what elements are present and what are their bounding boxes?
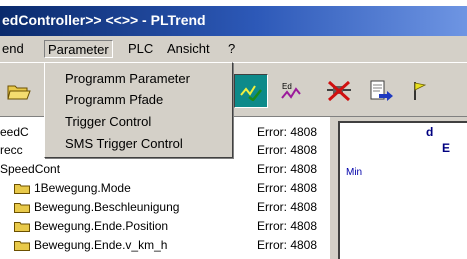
- export-arrow-icon: [370, 80, 393, 101]
- menu-item-programm-parameter[interactable]: Programm Parameter: [65, 69, 190, 89]
- export-button[interactable]: [364, 74, 398, 108]
- tree-row[interactable]: Bewegung.Beschleunigung Error: 4808: [0, 198, 330, 217]
- parameter-dropdown-menu: Programm Parameter Programm Pfade Trigge…: [44, 62, 233, 158]
- tree-item-value: Error: 4808: [257, 125, 318, 139]
- tree-item-value: Error: 4808: [257, 219, 318, 233]
- tree-item-name: SpeedCont: [0, 162, 61, 176]
- tree-item-name: Bewegung.Ende.Position: [34, 219, 169, 233]
- folder-icon: [14, 184, 30, 194]
- svg-text:Ed: Ed: [282, 82, 292, 91]
- tree-item-value: Error: 4808: [257, 238, 318, 252]
- title-bar[interactable]: edController>> <<>> - PLTrend: [0, 6, 467, 36]
- tree-row[interactable]: 1Bewegung.Mode Error: 4808: [0, 179, 330, 198]
- window-title: edController>> <<>> - PLTrend: [2, 12, 206, 28]
- menu-item-trigger-control[interactable]: Trigger Control: [65, 112, 151, 132]
- tree-row[interactable]: Bewegung.Ende.v_km_h Error: 4808: [0, 236, 330, 255]
- tree-row[interactable]: SpeedCont Error: 4808: [0, 160, 330, 179]
- menu-item-file[interactable]: end: [2, 40, 24, 58]
- menu-bar: end Parameter PLC Ansicht ?: [0, 36, 467, 62]
- chart-title-line1: d: [426, 125, 434, 139]
- trend-edit-button[interactable]: Ed: [274, 74, 308, 108]
- tree-item-value: Error: 4808: [257, 200, 318, 214]
- menu-item-sms-trigger-control[interactable]: SMS Trigger Control: [65, 134, 183, 154]
- flag-icon: [414, 82, 427, 100]
- disconnect-plug-icon: [327, 80, 351, 102]
- menu-item-help[interactable]: ?: [228, 40, 235, 58]
- menu-item-ansicht[interactable]: Ansicht: [167, 40, 210, 58]
- tree-item-name: 1Bewegung.Mode: [34, 181, 131, 195]
- tree-item-name: recc: [0, 143, 23, 157]
- trend-check-icon: [240, 85, 262, 101]
- trend-edit-icon: Ed: [281, 82, 301, 99]
- menu-item-programm-pfade[interactable]: Programm Pfade: [65, 90, 163, 110]
- open-folder-icon: [7, 85, 31, 100]
- tree-item-name: Bewegung.Ende.v_km_h: [34, 238, 168, 252]
- tree-item-value: Error: 4808: [257, 143, 318, 157]
- folder-icon: [14, 241, 30, 251]
- folder-icon: [14, 203, 30, 213]
- tree-item-value: Error: 4808: [257, 181, 318, 195]
- folder-icon: [14, 222, 30, 232]
- disconnect-button[interactable]: [322, 74, 356, 108]
- menu-item-parameter[interactable]: Parameter: [44, 40, 113, 58]
- trend-button[interactable]: [234, 74, 268, 108]
- tree-item-name: eedC: [0, 125, 29, 139]
- chart-title-line2: E: [442, 141, 451, 155]
- chart-area[interactable]: d E Min: [338, 121, 467, 259]
- tree-row[interactable]: Bewegung.Ende.Position Error: 4808: [0, 217, 330, 236]
- tree-item-name: Bewegung.Beschleunigung: [34, 200, 180, 214]
- menu-item-plc[interactable]: PLC: [128, 40, 153, 58]
- flag-button[interactable]: [403, 74, 437, 108]
- tree-item-value: Error: 4808: [257, 162, 318, 176]
- open-button[interactable]: [2, 74, 36, 108]
- chart-min-label: Min: [346, 167, 363, 178]
